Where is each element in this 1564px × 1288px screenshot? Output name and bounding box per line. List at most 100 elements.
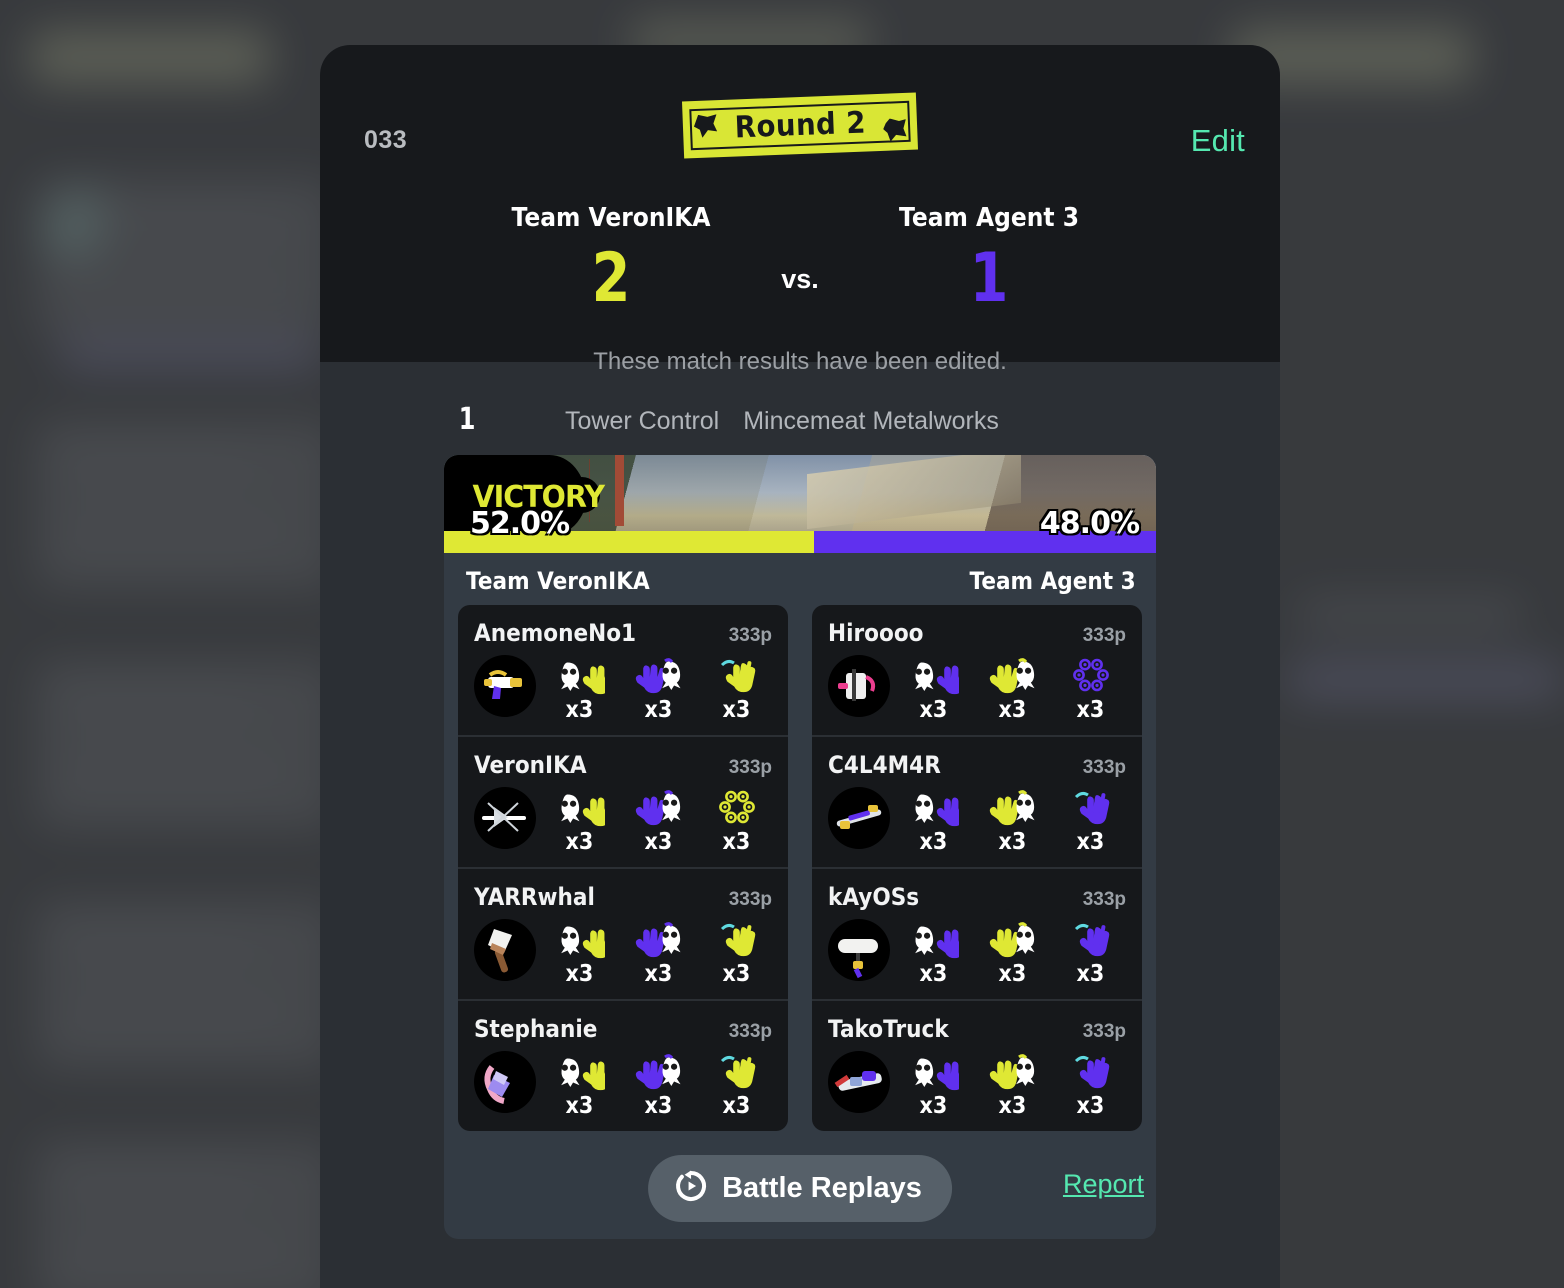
splat-kill-icon bbox=[553, 655, 606, 695]
match-result-modal: 033 Edit Round 2 Team VeronIKA Team Agen… bbox=[320, 45, 1280, 1288]
player-name: kAyOSs bbox=[828, 883, 920, 911]
player-header: AnemoneNo1 333p bbox=[474, 619, 772, 647]
stat-cell: x3 bbox=[977, 655, 1048, 723]
stat-cell: x3 bbox=[1055, 787, 1126, 855]
stat-cell: x3 bbox=[544, 655, 615, 723]
roller-weapon-icon bbox=[828, 919, 890, 981]
player-header: YARRwhal 333p bbox=[474, 883, 772, 911]
stat-cell: x3 bbox=[977, 919, 1048, 987]
stat-count: x3 bbox=[644, 961, 672, 987]
player-stats-row: x3 x3 x3 bbox=[828, 655, 1126, 723]
player-points: 333p bbox=[1082, 1021, 1126, 1042]
stat-count: x3 bbox=[998, 697, 1026, 723]
stat-count: x3 bbox=[1076, 829, 1105, 855]
player-points: 333p bbox=[728, 625, 772, 646]
splat-special-icon bbox=[717, 787, 757, 827]
inkbrush-weapon-icon bbox=[474, 919, 536, 981]
match-mode-label: Tower Control bbox=[565, 407, 720, 435]
stat-cell: x3 bbox=[701, 655, 772, 723]
player-points: 333p bbox=[1082, 757, 1126, 778]
ink-splat-right-icon bbox=[883, 118, 907, 142]
stat-count: x3 bbox=[722, 1093, 751, 1119]
player-points: 333p bbox=[728, 1021, 772, 1042]
splat-death-icon bbox=[632, 1051, 684, 1091]
stat-cell: x3 bbox=[898, 1051, 969, 1119]
stage-banner: VICTORY 52.0% 48.0% bbox=[444, 455, 1156, 553]
player-stats-row: x3 x3 x3 bbox=[828, 787, 1126, 855]
splat-death-icon bbox=[632, 919, 684, 959]
stat-count: x3 bbox=[998, 961, 1026, 987]
stat-cell: x3 bbox=[701, 1051, 772, 1119]
splat-special-icon bbox=[714, 919, 760, 959]
team-alpha-players: AnemoneNo1 333p x3 x3 x3 VeronIKA 333p x3 bbox=[458, 605, 788, 1131]
player-row[interactable]: kAyOSs 333p x3 x3 x3 bbox=[812, 869, 1142, 1001]
stat-cell: x3 bbox=[1055, 1051, 1126, 1119]
player-header: kAyOSs 333p bbox=[828, 883, 1126, 911]
player-row[interactable]: C4L4M4R 333p x3 x3 x3 bbox=[812, 737, 1142, 869]
stat-count: x3 bbox=[644, 829, 672, 855]
ink-percentage-alpha: 52.0% bbox=[470, 506, 570, 541]
splat-death-icon bbox=[986, 655, 1038, 695]
player-row[interactable]: VeronIKA 333p x3 x3 x3 bbox=[458, 737, 788, 869]
score-row: 2 vs. 1 bbox=[320, 245, 1280, 313]
splat-death-icon bbox=[632, 787, 684, 827]
player-row[interactable]: YARRwhal 333p x3 x3 x3 bbox=[458, 869, 788, 1001]
player-name: TakoTruck bbox=[828, 1015, 949, 1043]
player-row[interactable]: Hiroooo 333p x3 x3 x3 bbox=[812, 605, 1142, 737]
charger-weapon-icon bbox=[474, 787, 536, 849]
splat-special-icon bbox=[1071, 655, 1111, 695]
stat-count: x3 bbox=[919, 697, 948, 723]
splat-special-icon bbox=[1068, 787, 1114, 827]
stat-cell: x3 bbox=[701, 787, 772, 855]
player-name: AnemoneNo1 bbox=[474, 619, 637, 647]
match-result-card[interactable]: VICTORY 52.0% 48.0% Team VeronIKA Team A… bbox=[444, 455, 1156, 1239]
stat-count: x3 bbox=[565, 1093, 594, 1119]
stat-count: x3 bbox=[565, 829, 594, 855]
splat-special-icon bbox=[1068, 1051, 1114, 1091]
player-points: 333p bbox=[1082, 625, 1126, 646]
stat-cell: x3 bbox=[898, 787, 969, 855]
player-header: TakoTruck 333p bbox=[828, 1015, 1126, 1043]
team-labels-row: Team VeronIKA Team Agent 3 bbox=[444, 553, 1156, 605]
stat-cell: x3 bbox=[1055, 919, 1126, 987]
splat-death-icon bbox=[986, 919, 1038, 959]
stat-count: x3 bbox=[722, 697, 751, 723]
stat-count: x3 bbox=[644, 1093, 672, 1119]
edit-button[interactable]: Edit bbox=[1191, 123, 1245, 159]
player-header: VeronIKA 333p bbox=[474, 751, 772, 779]
splat-kill-icon bbox=[907, 1051, 960, 1091]
blaster-weapon-icon bbox=[828, 787, 890, 849]
stat-count: x3 bbox=[998, 1093, 1026, 1119]
player-name: Hiroooo bbox=[828, 619, 924, 647]
battle-replays-button[interactable]: Battle Replays bbox=[648, 1155, 952, 1222]
match-id-label: 033 bbox=[364, 126, 408, 154]
player-header: C4L4M4R 333p bbox=[828, 751, 1126, 779]
player-points: 333p bbox=[1082, 889, 1126, 910]
card-footer: Battle Replays Report bbox=[444, 1155, 1156, 1222]
splat-kill-icon bbox=[907, 655, 960, 695]
modal-header: 033 Edit Round 2 Team VeronIKA Team Agen… bbox=[320, 45, 1280, 375]
ink-percentage-bravo: 48.0% bbox=[1039, 506, 1140, 541]
stat-cell: x3 bbox=[544, 787, 615, 855]
report-link[interactable]: Report bbox=[1063, 1169, 1144, 1200]
player-row[interactable]: Stephanie 333p x3 x3 x3 bbox=[458, 1001, 788, 1131]
slosher-weapon-icon bbox=[474, 1051, 536, 1113]
stat-count: x3 bbox=[919, 829, 948, 855]
stat-count: x3 bbox=[565, 961, 594, 987]
stat-count: x3 bbox=[919, 1093, 948, 1119]
player-stats-row: x3 x3 x3 bbox=[828, 1051, 1126, 1119]
player-row[interactable]: AnemoneNo1 333p x3 x3 x3 bbox=[458, 605, 788, 737]
stat-count: x3 bbox=[1076, 961, 1105, 987]
splat-kill-icon bbox=[907, 919, 960, 959]
player-stats-row: x3 x3 x3 bbox=[828, 919, 1126, 987]
player-name: YARRwhal bbox=[474, 883, 595, 911]
stat-cell: x3 bbox=[701, 919, 772, 987]
stat-cell: x3 bbox=[623, 919, 694, 987]
stat-count: x3 bbox=[722, 829, 751, 855]
player-row[interactable]: TakoTruck 333p x3 x3 x3 bbox=[812, 1001, 1142, 1131]
player-name: Stephanie bbox=[474, 1015, 598, 1043]
team-bravo-players: Hiroooo 333p x3 x3 x3 C4L4M4R 333p x3 x3 bbox=[812, 605, 1142, 1131]
stringer-weapon-icon bbox=[828, 1051, 890, 1113]
battle-replays-label: Battle Replays bbox=[722, 1172, 922, 1204]
splat-death-icon bbox=[632, 655, 684, 695]
